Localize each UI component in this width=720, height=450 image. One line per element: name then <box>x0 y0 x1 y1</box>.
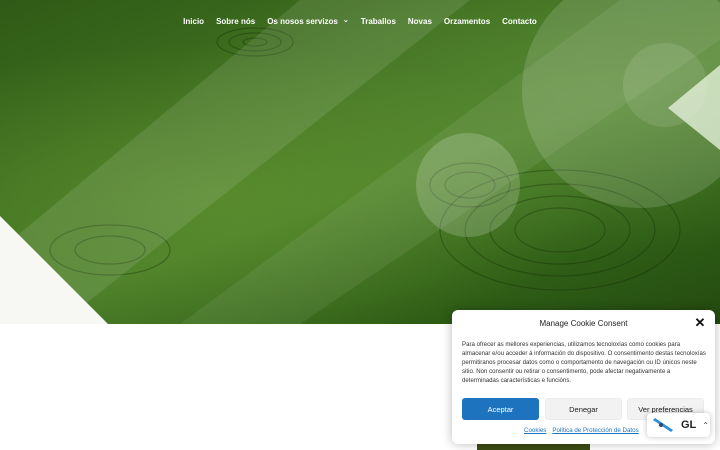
hero-corner-triangle <box>0 216 108 324</box>
chevron-up-icon: ⌃ <box>702 420 709 430</box>
cookie-text: Para ofrecer as mellores experiencias, u… <box>462 341 706 384</box>
nav-label: Orzamentos <box>443 16 491 26</box>
nav-label: Os nosos servizos <box>267 16 338 26</box>
nav-label: Traballos <box>360 16 396 26</box>
nav-item-orzamentos[interactable]: Orzamentos <box>444 17 490 26</box>
main-nav: Inicio Sobre nós Os nosos servizos ⌄ Trab… <box>0 14 720 28</box>
nav-item-traballos[interactable]: Traballos <box>361 17 396 26</box>
nav-item-contacto[interactable]: Contacto <box>502 17 537 26</box>
cookie-title: Manage Cookie Consent <box>539 319 628 328</box>
nav-item-inicio[interactable]: Inicio <box>183 17 204 26</box>
language-switcher[interactable]: GL ⌃ <box>647 413 710 437</box>
hero-banner: Inicio Sobre nós Os nosos servizos ⌄ Trab… <box>0 0 720 324</box>
nav-label: Novas <box>407 16 432 26</box>
nav-item-novas[interactable]: Novas <box>408 17 432 26</box>
nav-label: Sobre nós <box>216 16 256 26</box>
chevron-down-icon: ⌄ <box>342 17 349 24</box>
nav-item-sobre-nos[interactable]: Sobre nós <box>216 17 255 26</box>
cookies-link[interactable]: Cookies <box>524 427 546 434</box>
cookie-links: Cookies Política de Protección de Datos <box>524 427 639 434</box>
deny-button[interactable]: Denegar <box>545 398 622 420</box>
footer-strip <box>477 444 590 450</box>
nav-label: Inicio <box>183 16 205 26</box>
accept-button[interactable]: Aceptar <box>462 398 539 420</box>
hero-decoration <box>0 0 720 324</box>
data-protection-link[interactable]: Política de Protección de Datos <box>552 427 638 434</box>
nav-label: Contacto <box>502 16 537 26</box>
galician-flag-icon <box>653 418 673 432</box>
nav-item-servizos[interactable]: Os nosos servizos ⌄ <box>267 17 349 26</box>
language-code: GL <box>681 419 697 431</box>
close-icon[interactable]: ✕ <box>693 316 707 330</box>
